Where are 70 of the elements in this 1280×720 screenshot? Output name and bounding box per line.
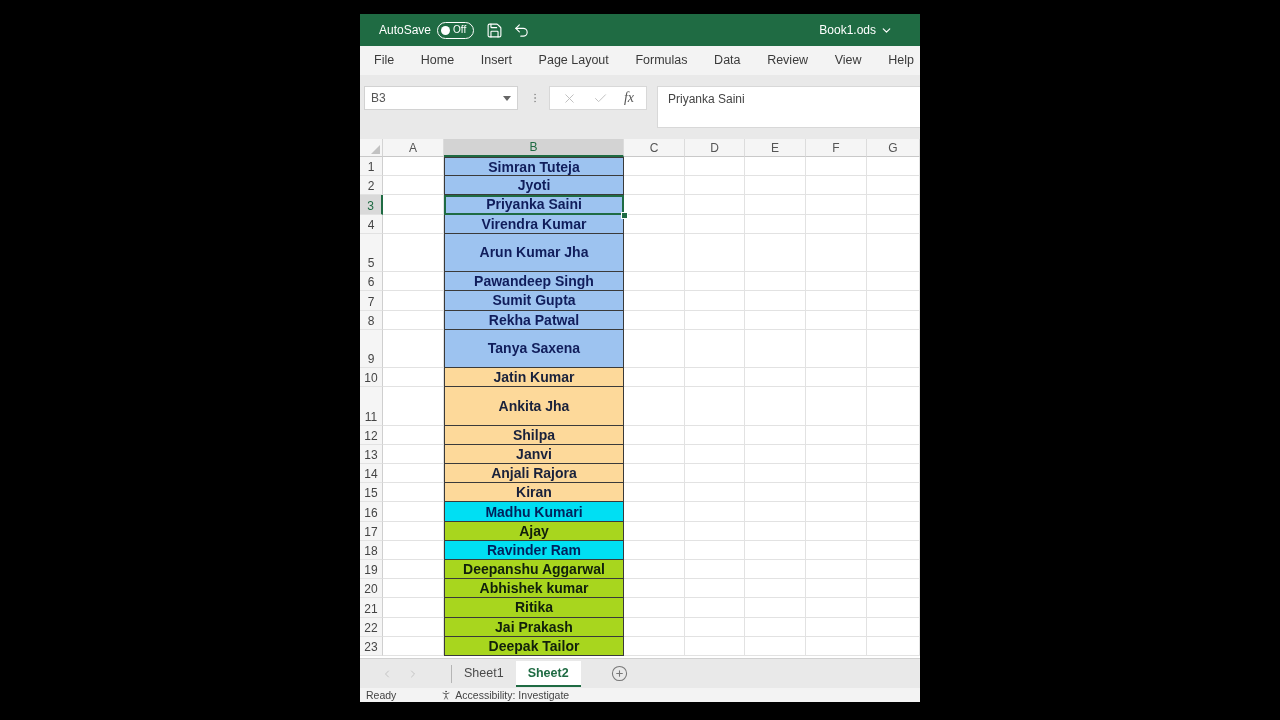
- name-cell: Janvi: [444, 444, 624, 465]
- column-header[interactable]: A: [383, 139, 444, 157]
- row-header[interactable]: 11: [360, 387, 383, 426]
- ribbon-tab[interactable]: Page Layout: [538, 48, 609, 73]
- name-cell: Pawandeep Singh: [444, 272, 624, 292]
- row-header[interactable]: 6: [360, 272, 383, 292]
- file-name-button[interactable]: Book1.ods: [819, 23, 893, 37]
- name-cell: Simran Tuteja: [444, 157, 624, 177]
- sheet-tab[interactable]: Sheet2: [515, 660, 581, 687]
- ribbon-tab[interactable]: Insert: [480, 48, 512, 73]
- ribbon-tab[interactable]: Help: [888, 48, 914, 73]
- column-header[interactable]: E: [745, 139, 806, 157]
- column-header[interactable]: B: [444, 139, 624, 157]
- name-box[interactable]: B3: [364, 86, 518, 110]
- save-button[interactable]: [486, 21, 504, 39]
- ribbon-tab[interactable]: File: [374, 48, 395, 73]
- formula-input-field[interactable]: Priyanka Saini: [657, 86, 920, 128]
- name-cell: Shilpa: [444, 425, 624, 445]
- row-header[interactable]: 14: [360, 464, 383, 484]
- row-header[interactable]: 20: [360, 579, 383, 599]
- accessibility-button[interactable]: Accessibility: Investigate: [440, 689, 570, 701]
- ribbon-tab[interactable]: View: [834, 48, 862, 73]
- name-cell: Ritika: [444, 598, 624, 618]
- status-text: Ready: [366, 689, 397, 701]
- ribbon-tab[interactable]: Review: [767, 48, 809, 73]
- ribbon-tab[interactable]: Home: [420, 48, 455, 73]
- name-cell: Jai Prakash: [444, 617, 624, 637]
- row-header[interactable]: 9: [360, 329, 383, 369]
- name-cell: Madhu Kumari: [444, 502, 624, 522]
- row-header[interactable]: 21: [360, 598, 383, 618]
- name-cell: Ajay: [444, 521, 624, 541]
- name-cell: Priyanka Saini: [444, 195, 624, 215]
- column-header[interactable]: C: [624, 139, 685, 157]
- row-header[interactable]: 5: [360, 233, 383, 273]
- row-header[interactable]: 2: [360, 176, 383, 196]
- column-header[interactable]: F: [806, 139, 867, 157]
- toggle-knob-icon: [441, 25, 451, 35]
- undo-icon: [513, 21, 531, 39]
- row-header[interactable]: 3: [360, 195, 383, 215]
- name-cell: Tanya Saxena: [444, 329, 624, 369]
- name-cell: Jatin Kumar: [444, 368, 624, 388]
- insert-function-button[interactable]: fx: [623, 90, 634, 106]
- name-cell: Jyoti: [444, 176, 624, 196]
- name-cell: Anjali Rajora: [444, 464, 624, 484]
- name-cell: Deepanshu Aggarwal: [444, 560, 624, 580]
- ribbon-tab[interactable]: Formulas: [635, 48, 688, 73]
- row-header[interactable]: 7: [360, 291, 383, 311]
- name-cell: Ankita Jha: [444, 387, 624, 426]
- sheet-tab[interactable]: Sheet1: [452, 660, 516, 687]
- name-cell: Ravinder Ram: [444, 540, 624, 560]
- corner-triangle-icon: [371, 145, 380, 154]
- name-cell: Kiran: [444, 483, 624, 503]
- row-header[interactable]: 15: [360, 483, 383, 503]
- plus-circle-icon: [610, 665, 628, 682]
- name-cell: Arun Kumar Jha: [444, 233, 624, 273]
- fill-handle[interactable]: [621, 211, 628, 219]
- add-sheet-button[interactable]: [610, 665, 628, 682]
- name-cell: Deepak Tailor: [444, 636, 624, 656]
- name-cell: Sumit Gupta: [444, 291, 624, 311]
- row-header[interactable]: 10: [360, 368, 383, 388]
- name-cell: Rekha Patwal: [444, 310, 624, 330]
- autosave-label: AutoSave: [379, 23, 432, 37]
- caret-icon[interactable]: [503, 95, 511, 101]
- column-header[interactable]: D: [685, 139, 745, 157]
- column-header[interactable]: G: [867, 139, 920, 157]
- undo-button[interactable]: [513, 21, 531, 39]
- row-header[interactable]: 1: [360, 157, 383, 177]
- name-cell: Abhishek kumar: [444, 579, 624, 599]
- row-header[interactable]: 16: [360, 502, 383, 522]
- ribbon-tab[interactable]: Data: [714, 48, 741, 73]
